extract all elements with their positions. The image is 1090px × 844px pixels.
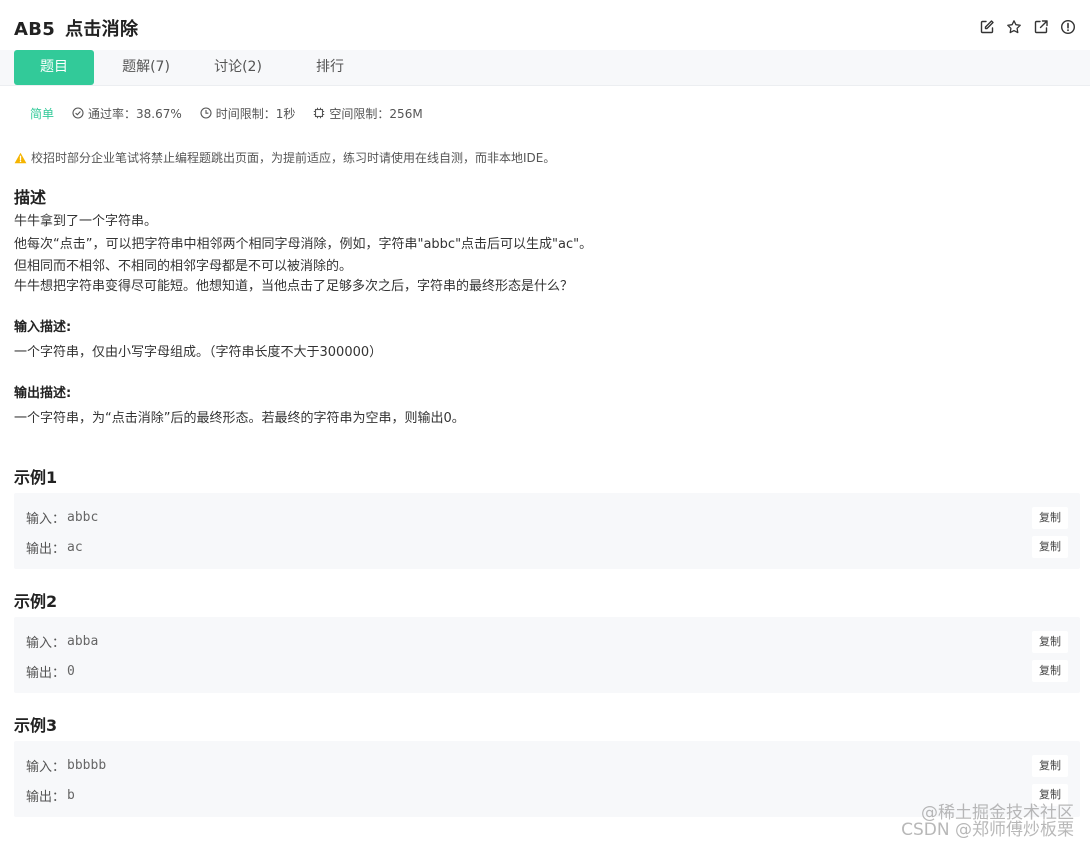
output-label: 输出： (26, 542, 66, 557)
example-box: 输入： abba 复制 输出： 0 复制 (14, 617, 1080, 693)
tab-problem[interactable]: 题目 (14, 50, 94, 85)
difficulty-badge: 简单 (30, 106, 55, 121)
exam-notice: 校招时部分企业笔试将禁止编程题跳出页面，为提前适应，练习时请使用在线自测，而非本… (14, 149, 555, 166)
copy-output-button[interactable]: 复制 (1032, 536, 1068, 558)
check-circle-icon (72, 107, 84, 119)
output-label: 输出： (26, 790, 66, 805)
example-output: 输出： ac (26, 538, 83, 557)
output-value: ac (67, 540, 83, 555)
output-desc-text: 一个字符串，为“点击消除”后的最终形态。若最终的字符串为空串，则输出0。 (14, 411, 465, 426)
tab-ranking[interactable]: 排行 (290, 50, 370, 85)
example-input: 输入： abbc (26, 508, 98, 527)
chip-icon (314, 107, 325, 119)
edit-icon[interactable] (979, 19, 995, 35)
example-title: 示例1 (14, 468, 58, 487)
time-limit-text: 时间限制：1秒 (215, 106, 296, 121)
description-line: 牛牛拿到了一个字符串。 (14, 214, 158, 229)
tab-discussion[interactable]: 讨论(2) (198, 50, 278, 85)
input-value: bbbbb (67, 758, 107, 773)
copy-input-button[interactable]: 复制 (1032, 631, 1068, 653)
header-toolbar (979, 19, 1076, 35)
clock-icon (200, 107, 212, 119)
input-label: 输入： (26, 760, 66, 775)
problem-meta: 简单 通过率：38.67% 时间限制：1秒 空间限制：256M (30, 104, 441, 122)
notice-text: 校招时部分企业笔试将禁止编程题跳出页面，为提前适应，练习时请使用在线自测，而非本… (31, 151, 556, 165)
share-icon[interactable] (1033, 19, 1049, 35)
example-title: 示例2 (14, 592, 58, 611)
space-limit-text: 空间限制：256M (329, 106, 423, 121)
warning-icon (14, 152, 27, 163)
output-value: b (67, 788, 75, 803)
input-label: 输入： (26, 636, 66, 651)
tab-solutions[interactable]: 题解(7) (106, 50, 186, 85)
example-output: 输出： 0 (26, 662, 75, 681)
input-label: 输入： (26, 512, 66, 527)
copy-input-button[interactable]: 复制 (1032, 755, 1068, 777)
space-limit: 空间限制：256M (313, 105, 423, 122)
input-value: abba (67, 634, 99, 649)
problem-header: AB5 点击消除 (0, 0, 1090, 50)
example-box: 输入： abbc 复制 输出： ac 复制 (14, 493, 1080, 569)
output-desc-heading: 输出描述: (14, 386, 72, 401)
example-output: 输出： b (26, 786, 75, 805)
pass-rate-text: 通过率：38.67% (88, 106, 182, 121)
input-desc-text: 一个字符串，仅由小写字母组成。（字符串长度不大于300000） (14, 345, 383, 360)
info-icon[interactable] (1060, 19, 1076, 35)
watermark-csdn: CSDN @郑师傅炒板栗 (901, 820, 1074, 840)
description-line: 但相同而不相邻、不相同的相邻字母都是不可以被消除的。 (14, 259, 353, 274)
page-title: AB5 点击消除 (14, 15, 138, 41)
problem-title: 点击消除 (65, 19, 139, 40)
pass-rate: 通过率：38.67% (72, 105, 182, 122)
copy-input-button[interactable]: 复制 (1032, 507, 1068, 529)
output-label: 输出： (26, 666, 66, 681)
output-value: 0 (67, 664, 75, 679)
example-input: 输入： abba (26, 632, 98, 651)
input-desc-heading: 输入描述: (14, 320, 72, 335)
copy-output-button[interactable]: 复制 (1032, 660, 1068, 682)
time-limit: 时间限制：1秒 (200, 105, 296, 122)
problem-code: AB5 (14, 19, 56, 40)
description-line: 牛牛想把字符串变得尽可能短。他想知道，当他点击了足够多次之后，字符串的最终形态是… (14, 279, 574, 294)
input-value: abbc (67, 510, 99, 525)
example-input: 输入： bbbbb (26, 756, 106, 775)
description-heading: 描述 (14, 188, 47, 207)
tab-bar: 题目 题解(7) 讨论(2) 排行 (0, 50, 1090, 86)
star-icon[interactable] (1006, 19, 1022, 35)
example-title: 示例3 (14, 716, 58, 735)
description-line: 他每次“点击”，可以把字符串中相邻两个相同字母消除，例如，字符串"abbc"点击… (14, 237, 593, 252)
